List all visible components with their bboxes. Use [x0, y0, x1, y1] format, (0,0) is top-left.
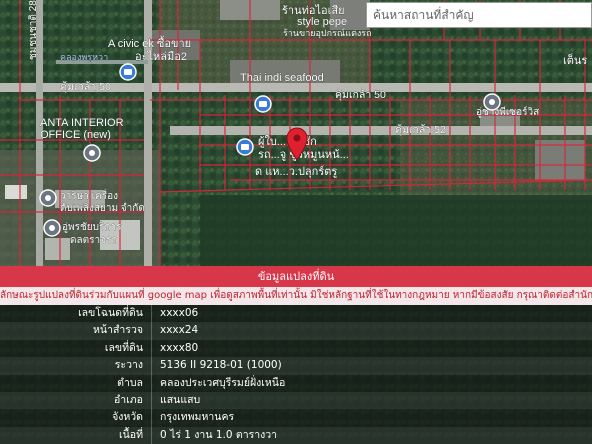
- row-label: ระวาง: [0, 357, 152, 375]
- row-label: อำเภอ: [0, 391, 152, 410]
- row-label: หน้าสำรวจ: [0, 322, 152, 340]
- table-row: หน้าสำรวจ xxxx24: [0, 322, 592, 340]
- map-label-center3: ด แห...ว.ปลุกร์ตรู: [255, 165, 337, 178]
- row-value: 5136 II 9218-01 (1000): [160, 359, 282, 372]
- poi-marker-civic[interactable]: [119, 63, 137, 81]
- map-label-style-pepe: style pepe: [297, 16, 347, 28]
- map-label-center2: รถ...จู ชูวหมูนหน้...: [258, 149, 349, 161]
- row-value: 0 ไร่ 1 งาน 1.0 ตารางวา: [160, 428, 278, 441]
- map-label-soi50: คุ้มเกล้า 50: [60, 81, 111, 93]
- map-label-civic: A civic ek ซื้อขาย: [108, 35, 191, 50]
- row-value: xxxx24: [160, 324, 199, 337]
- row-value: คลองประเวศบุรีรมย์ฝั่งเหนือ: [160, 376, 286, 389]
- map-label-garage2: ดลตราจรถ: [70, 235, 117, 246]
- map-label-garage1: อู่พรชัยบริการ: [62, 222, 122, 233]
- place-search-box[interactable]: [366, 2, 592, 28]
- row-value: xxxx80: [160, 341, 199, 354]
- row-label: ตำบล: [0, 374, 152, 392]
- map-label-left-vertical: ชุมชนชาติ 28: [28, 0, 39, 60]
- map-label-anta1: ANTA INTERIOR: [40, 117, 124, 129]
- disclaimer-notice: ลักษณะรูปแปลงที่ดินร่วมกับแผนที่ google …: [0, 287, 592, 305]
- map-label-soi50b: คุ้มเกล้า 50: [335, 89, 386, 101]
- map-label-factory1: วาริษา เครื่อง: [60, 188, 118, 202]
- map-label-soi52: คุ้มเกล้า 52: [395, 124, 446, 136]
- poi-marker-center-shop[interactable]: [236, 138, 254, 156]
- table-row: เลขที่ดิน xxxx80: [0, 339, 592, 358]
- map-label-factory2: ดับเพลิงสยาม จำกัด: [60, 203, 145, 214]
- table-row: จังหวัด กรุงเทพมหานคร: [0, 409, 592, 427]
- row-label: เลขโฉนดที่ดิน: [0, 305, 152, 323]
- map-label-north-right: เต็นร: [563, 53, 587, 67]
- poi-marker-thai-indi[interactable]: [254, 95, 272, 113]
- table-row: ระวาง 5136 II 9218-01 (1000): [0, 357, 592, 375]
- table-row: เลขโฉนดที่ดิน xxxx06: [0, 305, 592, 323]
- parcel-info-table: เลขโฉนดที่ดิน xxxx06 หน้าสำรวจ xxxx24 เลขท…: [0, 305, 592, 444]
- map-label-thai-indi: Thai indi seafood: [240, 72, 324, 84]
- row-value: แสนแสบ: [160, 393, 201, 406]
- poi-marker-garage[interactable]: [43, 219, 61, 237]
- row-label: จังหวัด: [0, 409, 152, 427]
- map-label-shop-top2: ร้านขายอุปกรณ์แต่งรถ: [283, 27, 372, 39]
- poi-marker-factory[interactable]: [39, 189, 57, 207]
- poi-marker-pharmacy[interactable]: [483, 93, 501, 111]
- search-input[interactable]: [367, 3, 591, 27]
- parcel-info-header: ข้อมูลแปลงที่ดิน: [0, 266, 592, 287]
- table-row: เนื้อที่ 0 ไร่ 1 งาน 1.0 ตารางวา: [0, 426, 592, 444]
- table-row: อำเภอ แสนแสบ: [0, 391, 592, 410]
- map-label-anta2: OFFICE (new): [40, 129, 111, 141]
- table-row: ตำบล คลองประเวศบุรีรมย์ฝั่งเหนือ: [0, 374, 592, 392]
- row-label: เลขที่ดิน: [0, 339, 152, 358]
- map-label-canal: คลองพรูหวา: [60, 52, 108, 63]
- row-label: เนื้อที่: [0, 426, 152, 444]
- poi-marker-anta[interactable]: [83, 144, 101, 162]
- row-value: xxxx06: [160, 307, 199, 319]
- row-value: กรุงเทพมหานคร: [160, 411, 235, 424]
- map-label-civic2: อะไหล่มือ2: [135, 50, 187, 63]
